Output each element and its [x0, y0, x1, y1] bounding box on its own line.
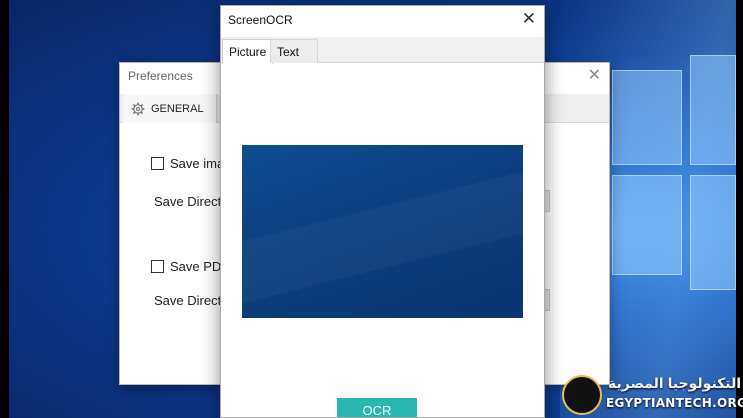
picture-light-streak: [242, 164, 523, 306]
tab-picture[interactable]: Picture: [222, 39, 274, 64]
windows-logo-pane: [612, 70, 682, 165]
tab-text[interactable]: Text: [270, 39, 318, 63]
screenocr-tab-bar: Picture Text: [221, 37, 544, 64]
watermark-latin-text: EGYPTIANTECH.ORG: [606, 396, 743, 410]
preferences-title: Preferences: [128, 69, 193, 83]
windows-logo-pane: [690, 55, 736, 165]
gear-icon: [131, 102, 145, 115]
watermark-seal-icon: [562, 375, 602, 415]
screen-border-left: [0, 0, 9, 418]
save-pdf-checkbox[interactable]: [151, 260, 164, 273]
save-directory-label: Save Direct: [154, 293, 222, 308]
tab-general-label: GENERAL: [151, 102, 204, 115]
save-image-checkbox[interactable]: [151, 157, 164, 170]
save-directory-label: Save Direct: [154, 194, 222, 209]
close-icon[interactable]: ✕: [588, 65, 601, 85]
close-icon[interactable]: ✕: [522, 9, 536, 29]
save-image-label: Save ima: [170, 156, 225, 171]
save-pdf-option[interactable]: Save PDI: [151, 259, 225, 274]
windows-logo-pane: [690, 175, 736, 290]
watermark: التكنولوجيا المصرية EGYPTIANTECH.ORG: [562, 373, 743, 418]
screenocr-window: ScreenOCR ✕ Picture Text OCR: [220, 5, 545, 418]
save-pdf-label: Save PDI: [170, 259, 225, 274]
watermark-arabic-text: التكنولوجيا المصرية: [608, 375, 742, 391]
screenocr-title: ScreenOCR: [228, 13, 293, 27]
tab-general[interactable]: GENERAL: [123, 94, 217, 123]
screen-border-right: [736, 0, 743, 418]
windows-logo-pane: [612, 175, 682, 275]
captured-picture: [242, 145, 523, 318]
ocr-button[interactable]: OCR: [337, 398, 417, 417]
save-image-option[interactable]: Save ima: [151, 156, 224, 171]
